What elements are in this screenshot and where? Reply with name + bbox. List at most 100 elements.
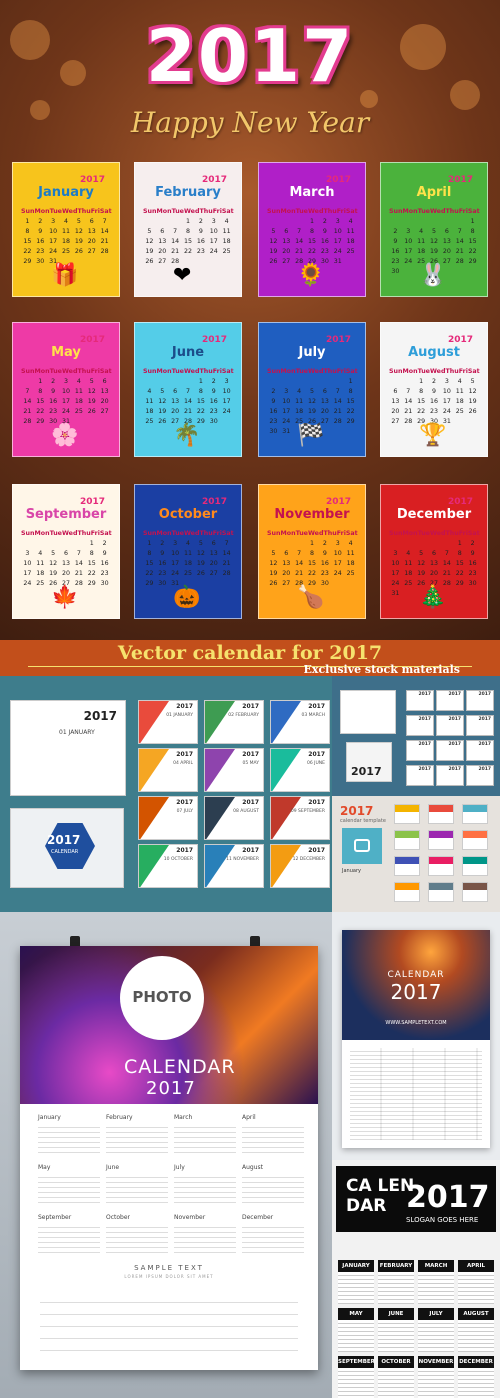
month-card-november: 2017 November Sun Mon Tue Wed Thu Fri Sat 1 2 3 4 5 6 7… (258, 484, 366, 619)
card-year: 2017 (79, 497, 105, 507)
poster-month-name: April (242, 1114, 256, 1121)
template-month-card (428, 830, 454, 850)
poster-month: January (38, 1114, 100, 1157)
cover-year: 2017 (47, 833, 81, 847)
mini-year: 2017 (418, 717, 431, 722)
side-poster-year: 2017 (390, 980, 442, 1004)
month-card-march: 2017 March Sun Mon Tue Wed Thu Fri Sat 1 2 3 4 5 6 7 8 9 1… (258, 162, 366, 297)
mini-month: 2017 (466, 740, 494, 761)
card-day-grid: Sun Mon Tue Wed Thu Fri Sat 1 2 3 4 5 6 7 8 9 10 11 12 13 14… (267, 208, 358, 265)
tile-year: 2017 (176, 847, 193, 854)
poster-month-days (174, 1123, 236, 1157)
card-month-name: June (171, 345, 205, 360)
lorem-text: LOREM IPSUM DOLOR SIT AMET (124, 1274, 214, 1279)
month-tile: 2017 08 AUGUST (204, 796, 264, 840)
month-tile: 2017 06 JUNE (270, 748, 330, 792)
dark-month: MARCH (418, 1260, 454, 1304)
dark-month: JANUARY (338, 1260, 374, 1304)
tile-year: 2017 (242, 799, 259, 806)
poster-month-days (174, 1223, 236, 1257)
mini-month: 2017 (436, 690, 464, 711)
caption-subtitle: Exclusive stock materials (303, 663, 461, 676)
month-tile: 2017 09 SEPTEMBER (270, 796, 330, 840)
card-year: 2017 (325, 497, 351, 507)
poster-month-days (38, 1123, 100, 1157)
desk-calendar-2 (340, 690, 396, 734)
greeting-text: Happy New Year (130, 106, 370, 139)
dark-month-days (418, 1272, 454, 1304)
dark-month-days (338, 1272, 374, 1304)
tile-shape (271, 845, 301, 887)
month-tile: 2017 12 DECEMBER (270, 844, 330, 888)
dark-month-days (378, 1272, 414, 1304)
caption-bar: Vector calendar for 2017 Exclusive stock… (0, 640, 500, 676)
mini-month: 2017 (406, 715, 434, 736)
poster-month: October (106, 1214, 168, 1257)
mini-year: 2017 (448, 742, 461, 747)
month-card-april: 2017 April Sun Mon Tue Wed Thu Fri Sat 1 2 3 4 5 6 7 8 9 1… (380, 162, 488, 297)
desk-calendar: 2017 01 JANUARY (10, 700, 126, 796)
dark-month: JULY (418, 1308, 454, 1352)
poster-month-days (242, 1123, 304, 1157)
card-decoration-icon: 🍗 (297, 585, 325, 610)
card-decoration-icon: 🌸 (51, 423, 79, 448)
card-year: 2017 (201, 335, 227, 345)
mini-year: 2017 (478, 717, 491, 722)
card-year: 2017 (447, 335, 473, 345)
camera-icon (342, 828, 382, 864)
template-month-card (394, 882, 420, 902)
mini-year: 2017 (418, 767, 431, 772)
mini-year: 2017 (448, 692, 461, 697)
side-poster-card: CALENDAR 2017 WWW.SAMPLETEXT.COM (342, 930, 490, 1148)
month-tile: 2017 05 MAY (204, 748, 264, 792)
card-year: 2017 (79, 335, 105, 345)
month-card-september: 2017 September Sun Mon Tue Wed Thu Fri Sat 1 2 3 4 5 6… (12, 484, 120, 619)
card-month-name: May (51, 345, 81, 360)
month-tile: 2017 11 NOVEMBER (204, 844, 264, 888)
dark-month: SEPTEMBER (338, 1356, 375, 1398)
dark-month-label: FEBRUARY (378, 1260, 414, 1272)
month-card-june: 2017 June Sun Mon Tue Wed Thu Fri Sat 1 2 3 4 5 6 7 8 9 10… (134, 322, 242, 457)
card-month-name: April (416, 185, 452, 200)
dark-month: JUNE (378, 1308, 414, 1352)
card-year: 2017 (447, 497, 473, 507)
wall-poster-calendar: PHOTO CALENDAR 2017 January February March… (20, 946, 318, 1370)
mini-month: 2017 (436, 715, 464, 736)
mini-year: 2017 (448, 717, 461, 722)
template-month-card (428, 882, 454, 902)
month-card-december: 2017 December Sun Mon Tue Wed Thu Fri Sat 1 2 3 4 5 6 7… (380, 484, 488, 619)
month-tile: 2017 07 JULY (138, 796, 198, 840)
template-month-card (394, 856, 420, 876)
tile-year: 2017 (242, 847, 259, 854)
mini-month: 2017 (466, 690, 494, 711)
dark-calendar-year: 2017 (406, 1180, 490, 1215)
card-month-name: March (289, 185, 335, 200)
poster-month-days (38, 1173, 100, 1207)
poster-month-days (242, 1223, 304, 1257)
card-month-name: January (38, 185, 94, 200)
dark-month: DECEMBER (458, 1356, 494, 1398)
calendar-word: CA LEN DAR (346, 1176, 414, 1216)
side-poster-site: WWW.SAMPLETEXT.COM (385, 1020, 447, 1026)
mini-month: 2017 (436, 765, 464, 786)
tile-month: 02 FEBRUARY (228, 713, 259, 718)
tile-month: 10 OCTOBER (163, 857, 193, 862)
tile-shape (271, 701, 301, 743)
dark-month-label: OCTOBER (378, 1356, 414, 1368)
dark-calendar-header: CA LEN DAR 2017 SLOGAN GOES HERE (336, 1166, 496, 1232)
poster-month: May (38, 1164, 100, 1207)
tile-year: 2017 (176, 799, 193, 806)
template-month-card (462, 856, 488, 876)
template-month-card (462, 882, 488, 902)
card-decoration-icon: 🎁 (51, 263, 79, 288)
poster-month-name: June (106, 1164, 120, 1171)
collage: 2017 Happy New Year 2017 January Sun Mon Tue… (0, 0, 500, 1398)
card-year: 2017 (201, 497, 227, 507)
cover-caption: CALENDAR (51, 849, 79, 855)
tile-year: 2017 (176, 703, 193, 710)
desk-year: 2017 (83, 709, 117, 723)
dark-month: MAY (338, 1308, 374, 1352)
poster-year: 2017 (146, 1078, 196, 1099)
tile-month: 06 JUNE (307, 761, 325, 766)
mini-year: 2017 (478, 742, 491, 747)
